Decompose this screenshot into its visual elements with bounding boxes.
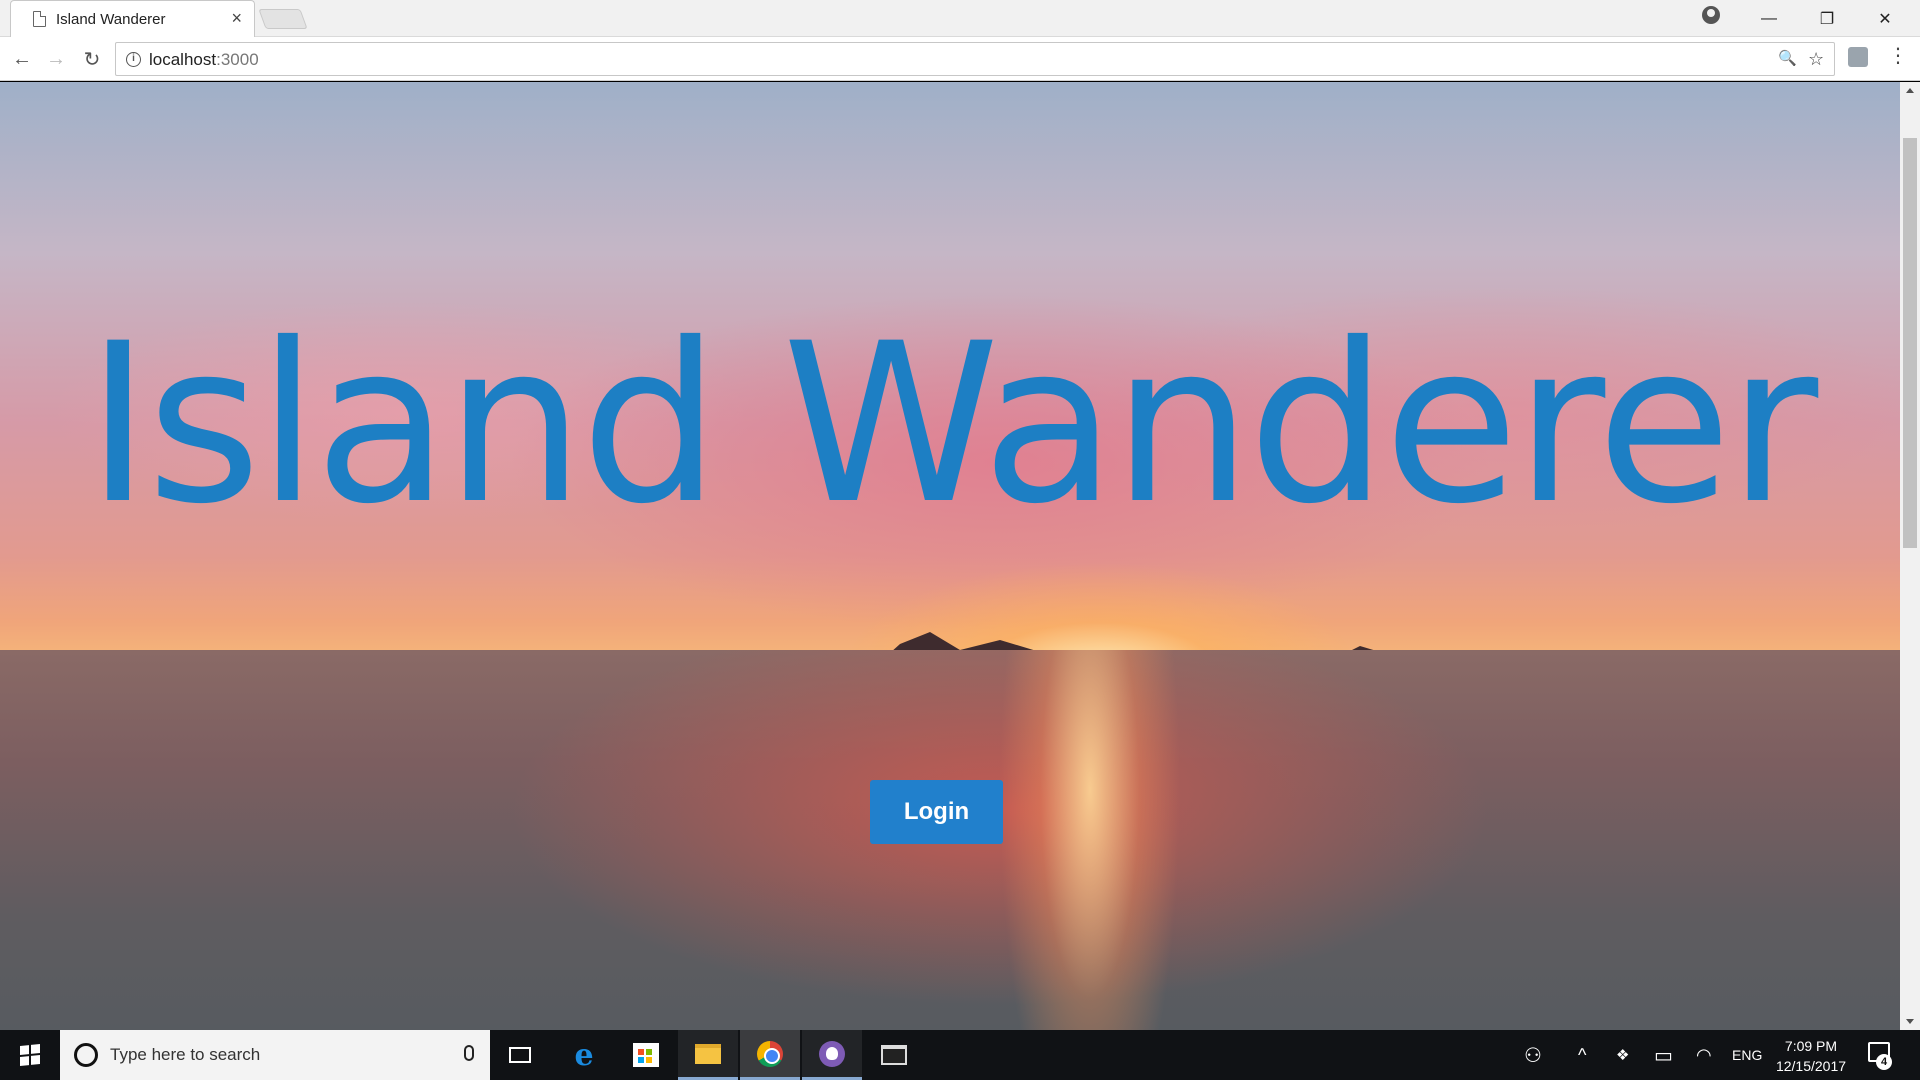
battery-icon[interactable]: ▭ (1654, 1030, 1673, 1080)
scroll-thumb[interactable] (1903, 138, 1917, 548)
taskbar-search-box[interactable]: Type here to search (60, 1030, 490, 1080)
task-view-button[interactable] (490, 1030, 550, 1080)
reload-button[interactable]: ↻ (76, 43, 108, 75)
task-view-icon (509, 1047, 531, 1063)
file-explorer-button[interactable] (678, 1030, 738, 1080)
terminal-icon (881, 1045, 907, 1065)
restore-button[interactable]: ❐ (1798, 0, 1856, 37)
chrome-icon (757, 1040, 783, 1067)
start-button[interactable] (0, 1030, 60, 1080)
page-viewport: Island Wanderer Login (0, 82, 1900, 1030)
zoom-icon[interactable]: 🔍 (1778, 49, 1797, 67)
github-desktop-button[interactable] (802, 1030, 862, 1080)
microphone-icon[interactable] (464, 1045, 474, 1061)
cortana-icon (74, 1043, 98, 1067)
url-text[interactable]: localhost:3000 (149, 50, 259, 70)
url-host: localhost (149, 50, 217, 69)
tab-close-icon[interactable]: × (231, 8, 242, 29)
page-icon (33, 11, 46, 27)
hero-title: Island Wanderer (85, 296, 1819, 552)
wifi-icon[interactable]: ◠ (1696, 1030, 1712, 1080)
notification-count-badge: 4 (1876, 1054, 1892, 1070)
taskbar-clock[interactable]: 7:09 PM 12/15/2017 (1766, 1036, 1856, 1076)
profile-icon[interactable] (1702, 6, 1720, 24)
clock-time: 7:09 PM (1784, 1038, 1838, 1054)
browser-menu-icon[interactable]: ⋮ (1888, 43, 1908, 68)
taskbar-search-placeholder: Type here to search (110, 1045, 261, 1064)
store-icon (633, 1043, 659, 1067)
windows-logo-icon (20, 1043, 40, 1067)
github-icon (819, 1040, 845, 1067)
input-language[interactable]: ENG (1732, 1030, 1762, 1080)
edge-button[interactable]: e (554, 1030, 614, 1080)
back-button[interactable]: ← (6, 43, 38, 75)
people-icon[interactable]: ⚇ (1524, 1030, 1542, 1080)
forward-button[interactable]: → (40, 43, 72, 75)
windows-taskbar: Type here to search e ⚇ ^ ❖ ▭ ◠ ENG 7:09… (0, 1030, 1920, 1080)
site-info-icon[interactable]: i (126, 52, 141, 67)
dropbox-icon[interactable]: ❖ (1616, 1030, 1629, 1080)
clock-date: 12/15/2017 (1775, 1058, 1847, 1074)
close-window-button[interactable]: ✕ (1856, 0, 1914, 37)
terminal-button[interactable] (864, 1030, 924, 1080)
folder-icon (695, 1043, 721, 1064)
login-button[interactable]: Login (870, 780, 1003, 844)
address-bar[interactable]: i localhost:3000 🔍 ☆ (115, 42, 1835, 76)
chrome-button[interactable] (740, 1030, 800, 1080)
bookmark-star-icon[interactable]: ☆ (1808, 49, 1824, 70)
store-button[interactable] (616, 1030, 676, 1080)
minimize-button[interactable]: — (1740, 0, 1798, 37)
scroll-up-icon[interactable] (1906, 88, 1914, 93)
browser-toolbar: ← → ↻ i localhost:3000 🔍 ☆ ⋮ (0, 37, 1920, 81)
url-port: :3000 (216, 50, 259, 69)
browser-tab-active[interactable]: Island Wanderer × (10, 0, 255, 37)
page-scrollbar[interactable] (1900, 82, 1920, 1030)
extension-icon[interactable] (1848, 47, 1868, 67)
browser-titlebar: Island Wanderer × — ❐ ✕ (0, 0, 1920, 37)
new-tab-button[interactable] (258, 9, 308, 29)
show-hidden-icons-chevron-icon[interactable]: ^ (1578, 1030, 1586, 1080)
scroll-down-icon[interactable] (1906, 1019, 1914, 1024)
tab-title: Island Wanderer (56, 11, 166, 28)
edge-icon: e (574, 1037, 594, 1073)
